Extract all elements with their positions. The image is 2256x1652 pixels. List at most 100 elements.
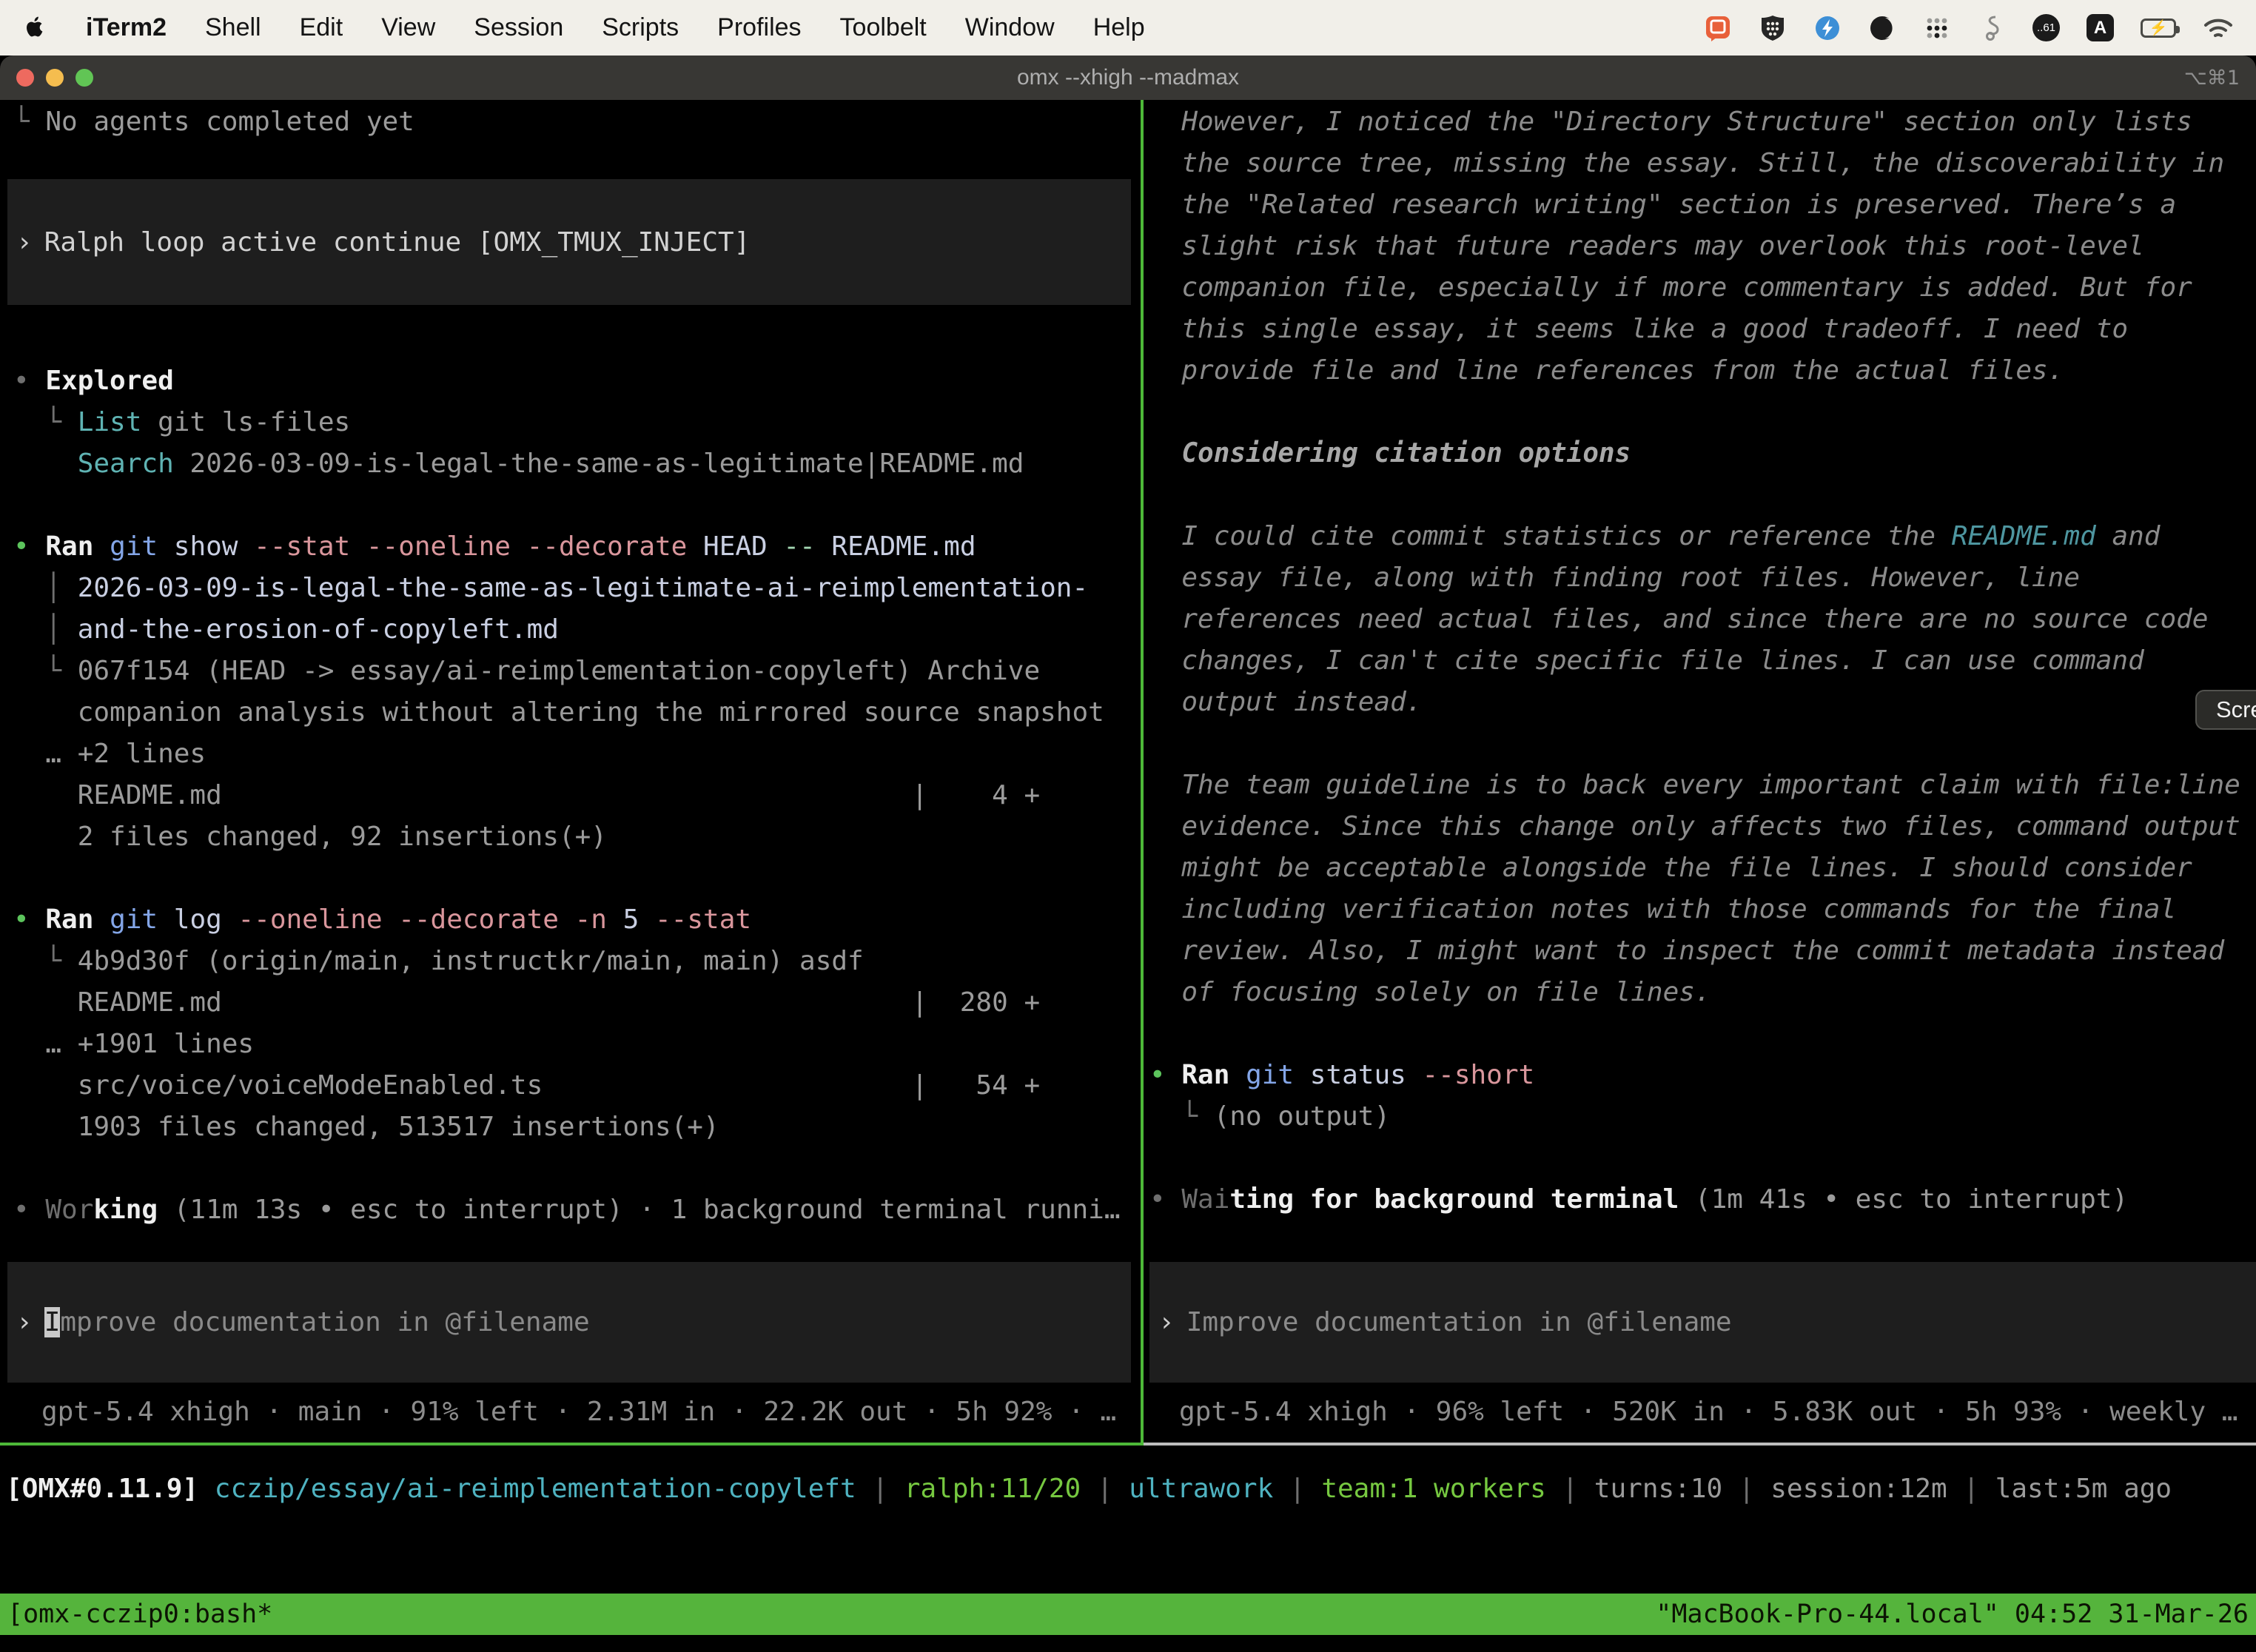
prompt-chevron: › <box>16 1307 33 1337</box>
shield-grid-icon[interactable] <box>1759 14 1787 42</box>
title-bar[interactable]: omx --xhigh --madmax ⌥⌘1 <box>0 56 2256 100</box>
terminal-line: the source tree, missing the essay. Stil… <box>1149 143 2256 184</box>
terminal-line: references need actual files, and since … <box>1149 599 2256 640</box>
terminal-line: [OMX#0.11.9] cczip/essay/ai-reimplementa… <box>6 1468 2256 1510</box>
terminal-line <box>1149 474 2256 516</box>
prompt-input-left[interactable]: › Improve documentation in @filename <box>7 1262 1131 1383</box>
dots-grid-icon[interactable] <box>1923 14 1951 42</box>
terminal-line: The team guideline is to back every impo… <box>1149 765 2256 806</box>
menu-item-profiles[interactable]: Profiles <box>717 13 801 42</box>
screen: { "menu_bar": { "items": ["iTerm2","Shel… <box>0 0 2256 1652</box>
terminal-line: the "Related research writing" section i… <box>1149 184 2256 226</box>
terminal-line: I could cite commit statistics or refere… <box>1149 516 2256 557</box>
terminal-line: └ No agents completed yet <box>13 101 1141 143</box>
right-pane-scrollback: However, I noticed the "Directory Struct… <box>1144 100 2256 1220</box>
terminal-line <box>1149 1138 2256 1179</box>
menu-item-help[interactable]: Help <box>1093 13 1145 42</box>
menu-item-scripts[interactable]: Scripts <box>602 13 679 42</box>
menu-item-edit[interactable]: Edit <box>300 13 343 42</box>
apple-menu-icon[interactable] <box>22 14 47 41</box>
terminal-line: │ and-the-erosion-of-copyleft.md <box>13 609 1141 651</box>
terminal-line: 2 files changed, 92 insertions(+) <box>13 816 1141 858</box>
battery-icon[interactable]: ⚡ <box>2141 19 2176 38</box>
tmux-pane-right[interactable]: However, I noticed the "Directory Struct… <box>1144 100 2256 1446</box>
countdown-badge-icon[interactable]: ..61 <box>2032 14 2060 41</box>
dark-pie-icon[interactable] <box>1868 14 1896 42</box>
model-status-right: gpt-5.4 xhigh · 96% left · 520K in · 5.8… <box>1179 1391 2237 1433</box>
injected-command-box: › Ralph loop active continue [OMX_TMUX_IN… <box>7 179 1131 305</box>
terminal-line <box>13 485 1141 526</box>
terminal-line: changes, I can't cite specific file line… <box>1149 640 2256 682</box>
terminal-line: slight risk that future readers may over… <box>1149 226 2256 267</box>
window-shortcut-badge: ⌥⌘1 <box>2184 67 2240 90</box>
tmux-session-label: [omx-cczip0:bash* <box>7 1594 272 1635</box>
terminal-line: companion analysis without altering the … <box>13 692 1141 733</box>
a-app-icon[interactable]: A <box>2087 14 2114 41</box>
terminal-line: └ 4b9d30f (origin/main, instructkr/main,… <box>13 941 1141 982</box>
omx-status-line: [OMX#0.11.9] cczip/essay/ai-reimplementa… <box>6 1468 2256 1510</box>
input-placeholder: mprove documentation in @filename <box>60 1307 589 1337</box>
input-placeholder: Improve documentation in @filename <box>1186 1307 1732 1337</box>
terminal-line: • Working (11m 13s • esc to interrupt) ·… <box>13 1189 1141 1231</box>
terminal-line: README.md | 4 + <box>13 775 1141 816</box>
terminal-line: provide file and line references from th… <box>1149 350 2256 392</box>
terminal-line <box>1149 392 2256 433</box>
injected-command-text: Ralph loop active continue [OMX_TMUX_INJ… <box>44 227 751 258</box>
terminal: └ No agents completed yet › Ralph loop ac… <box>0 100 2256 1652</box>
terminal-line: Considering citation options <box>1149 433 2256 474</box>
tmux-host-clock: "MacBook-Pro-44.local" 04:52 31-Mar-26 <box>1656 1594 2249 1635</box>
left-agent-log: • Explored └ List git ls-files Search 20… <box>13 360 1141 1231</box>
terminal-line: • Ran git status --short <box>1149 1055 2256 1096</box>
terminal-line: … +2 lines <box>13 733 1141 775</box>
terminal-line: including verification notes with those … <box>1149 889 2256 930</box>
terminal-line: However, I noticed the "Directory Struct… <box>1149 101 2256 143</box>
wifi-icon[interactable] <box>2203 16 2234 41</box>
terminal-line <box>13 858 1141 899</box>
terminal-line: │ 2026-03-09-is-legal-the-same-as-legiti… <box>13 568 1141 609</box>
terminal-line: • Explored <box>13 360 1141 402</box>
prompt-chevron: › <box>16 227 33 258</box>
terminal-line: of focusing solely on file lines. <box>1149 972 2256 1013</box>
terminal-line: this single essay, it seems like a good … <box>1149 309 2256 350</box>
prompt-chevron: › <box>1158 1307 1175 1337</box>
terminal-line <box>13 1148 1141 1189</box>
menu-item-iterm2[interactable]: iTerm2 <box>86 13 167 42</box>
terminal-line: • Ran git log --oneline --decorate -n 5 … <box>13 899 1141 941</box>
terminal-line: review. Also, I might want to inspect th… <box>1149 930 2256 972</box>
terminal-line: └ (no output) <box>1149 1096 2256 1138</box>
screen-overlay-badge: Scre <box>2195 690 2256 730</box>
menu-item-session[interactable]: Session <box>474 13 563 42</box>
tmux-status-bar: [omx-cczip0:bash* "MacBook-Pro-44.local"… <box>0 1594 2256 1635</box>
left-top-lines: └ No agents completed yet <box>13 101 1141 143</box>
tmux-pane-left[interactable]: └ No agents completed yet › Ralph loop ac… <box>0 100 1141 1446</box>
menu-status-icons: ..61 A ⚡ <box>1704 14 2234 42</box>
terminal-line: companion file, especially if more comme… <box>1149 267 2256 309</box>
terminal-line: output instead. <box>1149 682 2256 723</box>
messages-icon[interactable] <box>1704 14 1732 42</box>
terminal-line: src/voice/voiceModeEnabled.ts | 54 + <box>13 1065 1141 1107</box>
menu-item-shell[interactable]: Shell <box>205 13 261 42</box>
text-cursor: I <box>44 1307 61 1337</box>
charging-bolt-icon: ⚡ <box>2149 21 2168 36</box>
terminal-line: README.md | 280 + <box>13 982 1141 1024</box>
menu-item-view[interactable]: View <box>381 13 435 42</box>
terminal-line: evidence. Since this change only affects… <box>1149 806 2256 847</box>
terminal-line: might be acceptable alongside the file l… <box>1149 847 2256 889</box>
blue-badge-bolt-icon[interactable] <box>1813 14 1842 42</box>
menu-item-toolbelt[interactable]: Toolbelt <box>840 13 927 42</box>
squiggle-icon[interactable] <box>1978 14 2006 42</box>
window-title: omx --xhigh --madmax <box>0 65 2256 90</box>
prompt-input-right[interactable]: › Improve documentation in @filename <box>1149 1262 2256 1383</box>
left-pane-scrollback: └ No agents completed yet › Ralph loop ac… <box>0 100 1141 1231</box>
terminal-line: 1903 files changed, 513517 insertions(+) <box>13 1107 1141 1148</box>
terminal-line: essay file, along with finding root file… <box>1149 557 2256 599</box>
model-status-left: gpt-5.4 xhigh · main · 91% left · 2.31M … <box>41 1391 1116 1433</box>
menu-bar: iTerm2 Shell Edit View Session Scripts P… <box>0 0 2256 56</box>
terminal-line: • Waiting for background terminal (1m 41… <box>1149 1179 2256 1220</box>
terminal-line <box>1149 1013 2256 1055</box>
menu-item-window[interactable]: Window <box>965 13 1055 42</box>
right-agent-log: However, I noticed the "Directory Struct… <box>1149 101 2256 1220</box>
terminal-line: └ 067f154 (HEAD -> essay/ai-reimplementa… <box>13 651 1141 692</box>
terminal-line: … +1901 lines <box>13 1024 1141 1065</box>
terminal-line: • Ran git show --stat --oneline --decora… <box>13 526 1141 568</box>
